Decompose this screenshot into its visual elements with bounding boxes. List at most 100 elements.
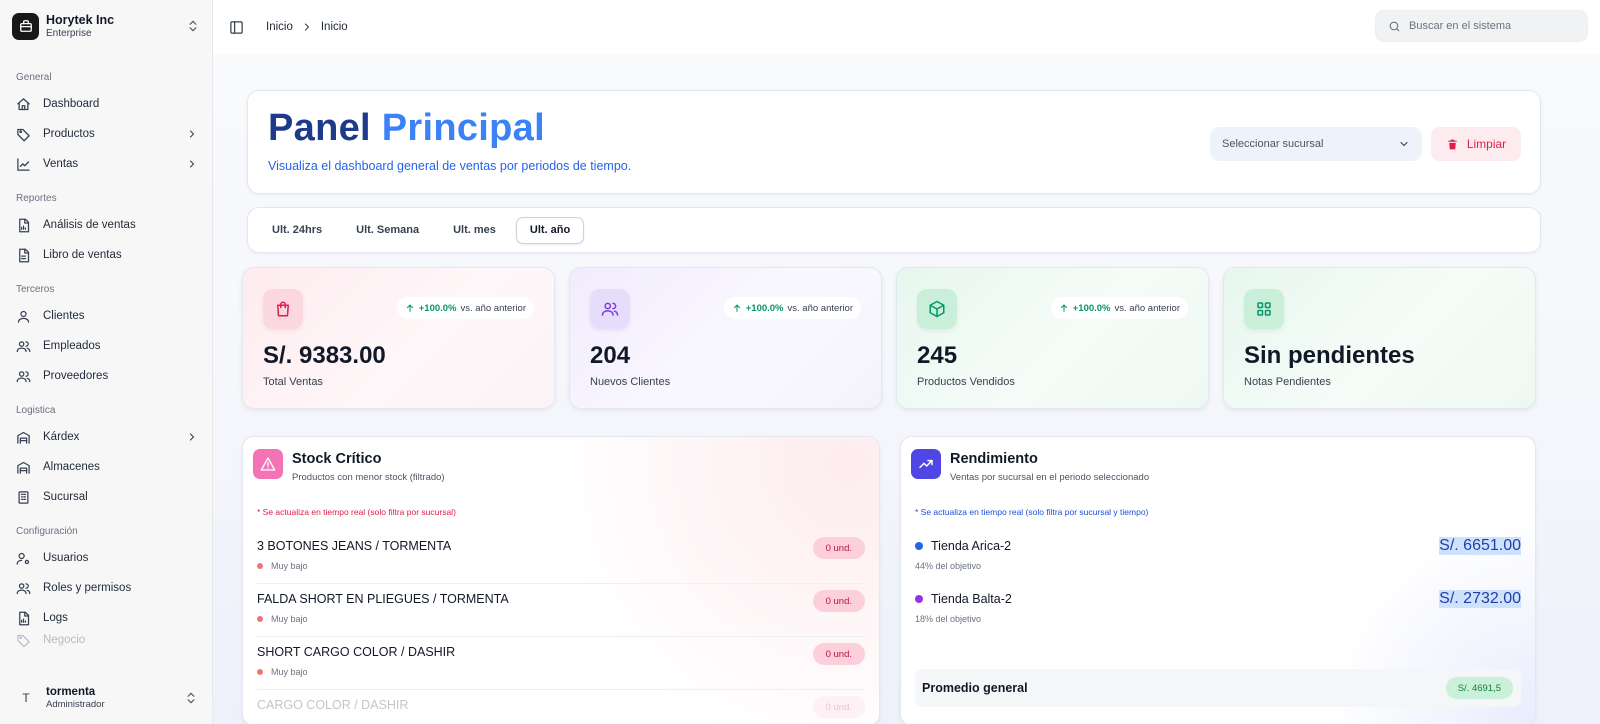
stock-panel: Stock Crítico Productos con menor stock … — [242, 436, 880, 724]
stat-value: 204 — [590, 342, 631, 369]
clear-button-label: Limpiar — [1466, 137, 1507, 151]
tag-icon — [17, 128, 30, 141]
stock-qty-badge: 0 und. — [812, 590, 865, 612]
breadcrumb-item[interactable]: Inicio — [266, 21, 293, 33]
stock-row[interactable]: FALDA SHORT EN PLIEGUES / TORMENTA Muy b… — [257, 584, 865, 637]
clear-button[interactable]: Limpiar — [1431, 127, 1521, 161]
stock-level-text: Muy bajo — [271, 667, 308, 677]
breadcrumb: Inicio Inicio — [266, 21, 348, 33]
period-tab[interactable]: Ult. Semana — [342, 217, 433, 244]
warehouse-icon — [17, 461, 30, 474]
stat-card: Sin pendientes Notas Pendientes — [1223, 267, 1536, 409]
user-icon — [17, 310, 30, 323]
file-chart-icon — [19, 611, 30, 625]
stat-card: +100.0% vs. año anterior S/. 9383.00 Tot… — [242, 267, 555, 409]
branch-name: Tienda Arica-2 — [931, 539, 1012, 553]
sidebar-item-kardex[interactable]: Kárdex — [0, 422, 212, 452]
period-tabs: Ult. 24hrs Ult. Semana Ult. mes Ult. año — [247, 207, 1541, 253]
building-icon — [18, 490, 29, 504]
stock-row[interactable]: CARGO COLOR / DASHIR 0 und. — [257, 690, 865, 724]
branch-goal: 18% del objetivo — [915, 614, 982, 624]
sidebar-item-analisis-de-ventas[interactable]: Análisis de ventas — [0, 210, 212, 240]
stat-delta-suffix: vs. año anterior — [460, 302, 526, 314]
period-tab[interactable]: Ult. mes — [439, 217, 510, 244]
sidebar-item-label: Kárdex — [43, 431, 80, 443]
sidebar-item-label: Proveedores — [43, 370, 109, 382]
page-title: Panel Principal — [268, 107, 545, 150]
period-tab[interactable]: Ult. año — [515, 216, 585, 244]
sidebar-item-label: Ventas — [43, 158, 79, 170]
sidebar-item-label: Libro de ventas — [43, 249, 122, 261]
users-icon — [16, 340, 31, 352]
org-switcher[interactable]: Horytek Inc Enterprise — [0, 0, 212, 52]
branch-goal: 44% del objetivo — [915, 561, 982, 571]
stat-icon-box — [263, 289, 303, 329]
sidebar-item-sucursal[interactable]: Sucursal — [0, 482, 212, 512]
sidebar-section-title: Configuración — [16, 526, 78, 537]
sidebar-item-logs[interactable]: Logs — [0, 603, 212, 633]
chevron-right-icon — [304, 23, 309, 31]
sidebar-item-productos[interactable]: Productos — [0, 119, 212, 149]
stock-row[interactable]: SHORT CARGO COLOR / DASHIR Muy bajo 0 un… — [257, 637, 865, 690]
warehouse-icon — [17, 431, 30, 444]
stat-delta-badge: +100.0% vs. año anterior — [723, 297, 861, 319]
status-dot — [257, 563, 263, 569]
stat-value: Sin pendientes — [1244, 342, 1415, 369]
branch-color-dot — [915, 595, 923, 603]
sidebar-item-usuarios[interactable]: Usuarios — [0, 543, 212, 573]
sidebar-item-roles-y-permisos[interactable]: Roles y permisos — [0, 573, 212, 603]
period-tab[interactable]: Ult. 24hrs — [258, 217, 336, 244]
stock-note: * Se actualiza en tiempo real (solo filt… — [257, 507, 456, 517]
chevrons-up-down-icon — [187, 692, 195, 704]
box-icon — [929, 300, 945, 318]
branch-select[interactable]: Seleccionar sucursal — [1210, 127, 1422, 161]
stat-icon-box — [590, 289, 630, 329]
grid-icon — [1257, 302, 1271, 316]
sidebar-item-label: Productos — [43, 128, 95, 140]
stat-delta-badge: +100.0% vs. año anterior — [1050, 297, 1188, 319]
sidebar-item-proveedores[interactable]: Proveedores — [0, 361, 212, 391]
stat-delta-value: +100.0% — [1072, 302, 1111, 314]
users-icon — [16, 582, 31, 594]
sidebar-item-dashboard[interactable]: Dashboard — [0, 89, 212, 119]
branch-select-value: Seleccionar sucursal — [1222, 138, 1324, 150]
search-input[interactable]: Buscar en el sistema — [1375, 10, 1588, 42]
stat-delta-value: +100.0% — [745, 302, 784, 314]
stock-qty-badge: 0 und. — [812, 643, 865, 665]
user-role: Administrador — [46, 699, 105, 711]
user-menu[interactable]: T tormenta Administrador — [0, 672, 212, 724]
branch-row[interactable]: Tienda Balta-2 18% del objetivo S/. 2732… — [915, 584, 1521, 637]
branch-row[interactable]: Tienda Arica-2 44% del objetivo S/. 6651… — [915, 531, 1521, 584]
stat-value: S/. 9383.00 — [263, 342, 386, 369]
sidebar-item-label: Logs — [43, 612, 68, 624]
sidebar: Horytek Inc Enterprise General Dashboard P… — [0, 0, 213, 724]
sidebar-item-ventas[interactable]: Ventas — [0, 149, 212, 179]
sidebar-item-almacenes[interactable]: Almacenes — [0, 452, 212, 482]
stock-product-name: CARGO COLOR / DASHIR — [257, 698, 409, 712]
sidebar-toggle-icon[interactable] — [229, 20, 244, 35]
sidebar-item-empleados[interactable]: Empleados — [0, 331, 212, 361]
stat-card: +100.0% vs. año anterior 204 Nuevos Clie… — [569, 267, 882, 409]
stock-product-name: FALDA SHORT EN PLIEGUES / TORMENTA — [257, 592, 509, 606]
branch-amount-badge: S/. 6651.00 — [1439, 537, 1521, 555]
stock-title: Stock Crítico — [292, 451, 382, 467]
page-title-part2: Principal — [381, 107, 545, 149]
org-logo — [12, 12, 39, 40]
sidebar-item-libro-de-ventas[interactable]: Libro de ventas — [0, 240, 212, 270]
branch-name: Tienda Balta-2 — [931, 592, 1012, 606]
sidebar-item-negocio[interactable]: Negocio — [0, 633, 212, 647]
performance-note: * Se actualiza en tiempo real (solo filt… — [915, 507, 1149, 517]
stat-label: Total Ventas — [263, 376, 323, 388]
stat-label: Notas Pendientes — [1244, 376, 1331, 388]
page-subtitle: Visualiza el dashboard general de ventas… — [268, 159, 632, 173]
average-row: Promedio general S/. 4691,5 — [915, 669, 1521, 707]
performance-subtitle: Ventas por sucursal en el periodo selecc… — [950, 472, 1150, 483]
stock-qty-badge: 0 und. — [812, 537, 865, 559]
hero-card: Panel Principal Visualiza el dashboard g… — [247, 90, 1541, 194]
sidebar-item-clientes[interactable]: Clientes — [0, 301, 212, 331]
stock-row[interactable]: 3 BOTONES JEANS / TORMENTA Muy bajo 0 un… — [257, 531, 865, 584]
performance-title: Rendimiento — [950, 451, 1038, 467]
shopping-bag-icon — [277, 301, 289, 317]
page-title-part1: Panel — [268, 107, 371, 149]
stat-card: +100.0% vs. año anterior 245 Productos V… — [896, 267, 1209, 409]
